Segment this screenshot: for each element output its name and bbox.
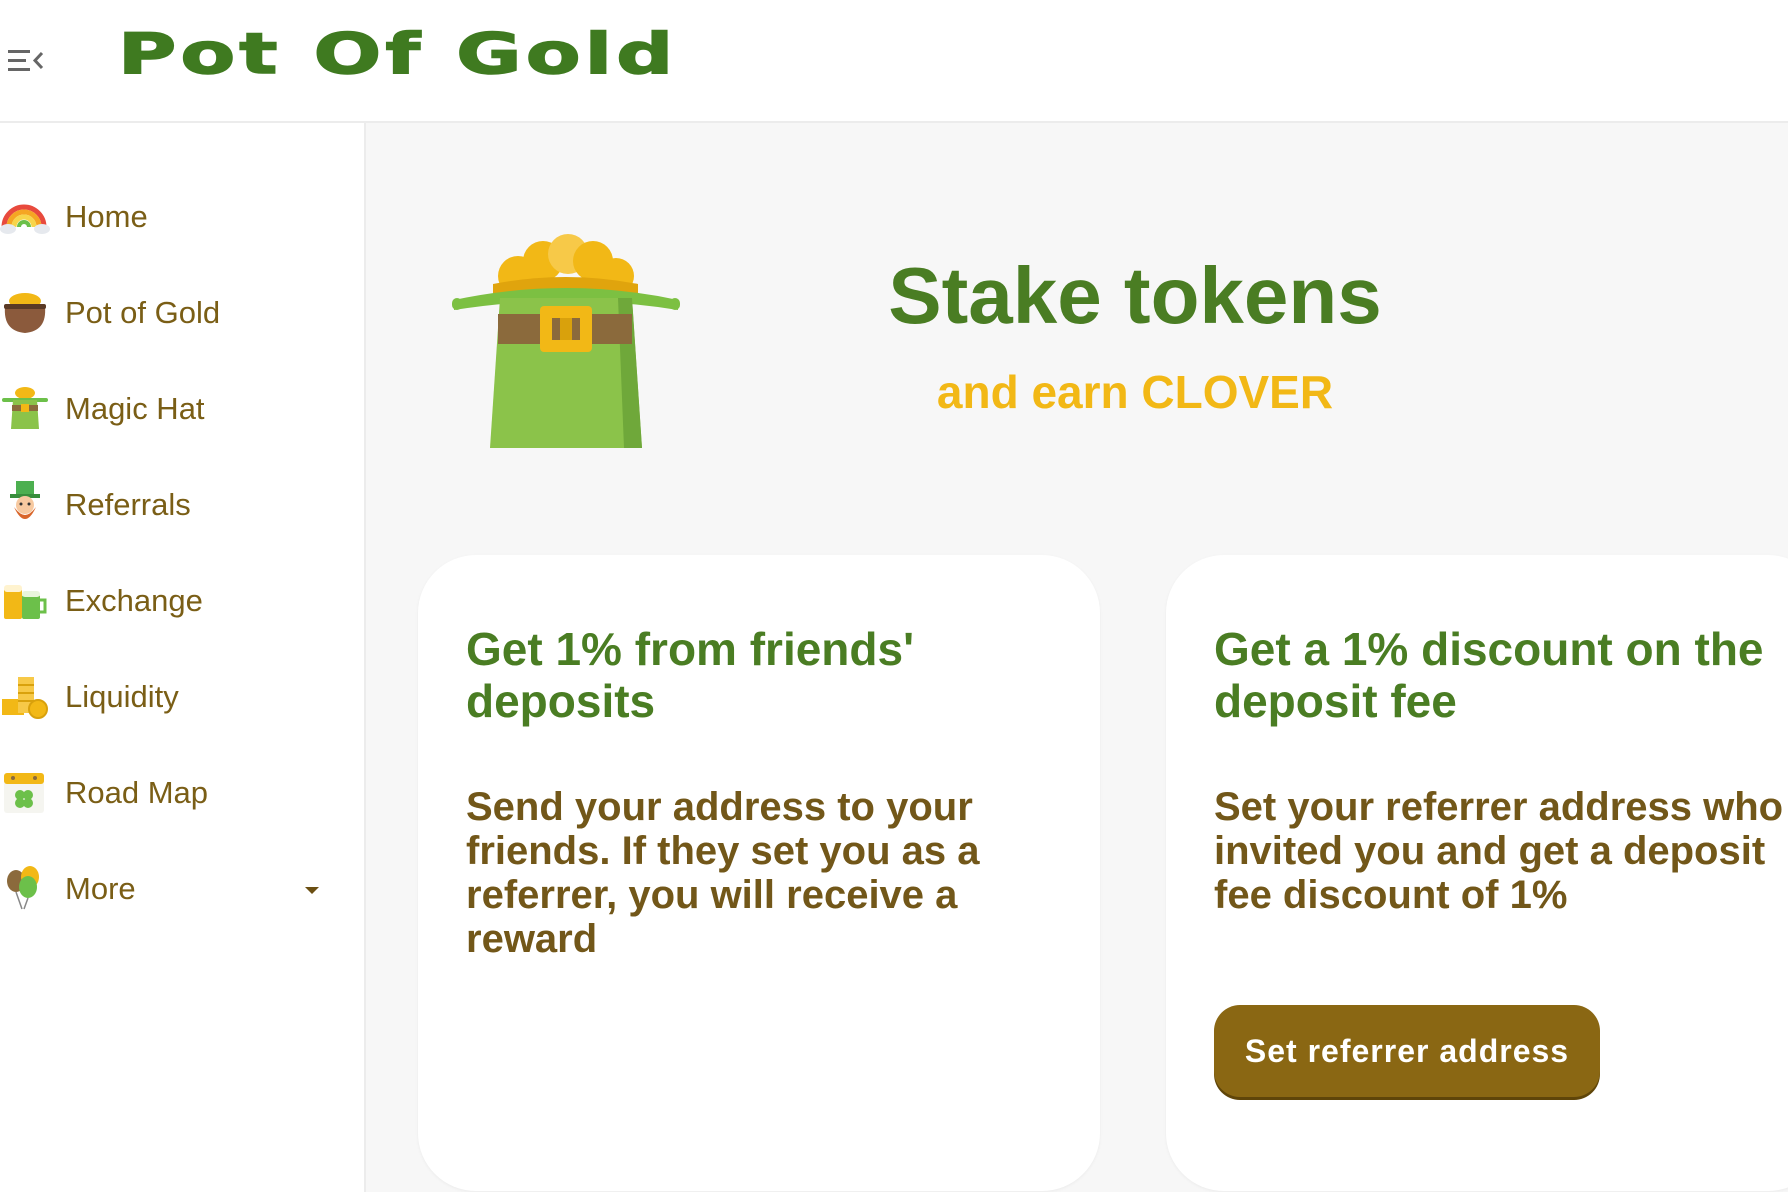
card-title: Get a 1% discount on the deposit fee [1214,623,1764,727]
sidebar-item-referrals[interactable]: Referrals [0,467,364,537]
pot-of-gold-icon [4,293,46,333]
hero-title: Stake tokens [888,251,1382,340]
app-logo[interactable]: Pot Of Gold [117,21,677,88]
leprechaun-hat-gold-icon [452,234,680,448]
sidebar-item-label: Liquidity [65,679,179,714]
calendar-clover-icon [4,773,44,813]
sidebar-item-liquidity[interactable]: Liquidity [0,659,364,729]
set-referrer-address-button[interactable]: Set referrer address [1214,1005,1600,1097]
card-title: Get 1% from friends' deposits [466,623,915,727]
leprechaun-icon [10,481,40,519]
top-bar: Pot Of Gold [0,0,1788,123]
card-text: Send your address to your friends. If th… [466,785,980,961]
balloons-icon [7,866,39,910]
sidebar-item-label: Referrals [65,487,191,522]
sidebar: Home Pot of Gold Magic Hat Referrals Exc… [0,123,366,1192]
rainbow-icon [0,204,50,234]
sidebar-item-label: Road Map [65,775,209,810]
coins-icon [2,677,48,719]
card-text: Set your referrer address who invited yo… [1214,785,1784,917]
sidebar-item-label: More [65,871,136,906]
referral-reward-card: Get 1% from friends' deposits Send your … [418,555,1100,1191]
menu-collapse-icon[interactable] [4,44,46,78]
hero-subtitle: and earn CLOVER [936,366,1334,418]
referrer-discount-card: Get a 1% discount on the deposit fee Set… [1166,555,1788,1191]
sidebar-item-label: Exchange [65,583,203,618]
sidebar-item-pot-of-gold[interactable]: Pot of Gold [0,275,364,345]
beer-mugs-icon [4,585,47,619]
sidebar-item-more[interactable]: More [0,851,364,921]
sidebar-item-road-map[interactable]: Road Map [0,755,364,825]
sidebar-item-label: Pot of Gold [65,295,221,330]
sidebar-item-magic-hat[interactable]: Magic Hat [0,371,364,441]
magic-hat-icon [2,387,48,429]
sidebar-item-home[interactable]: Home [0,179,364,249]
caret-down-icon[interactable] [305,887,319,894]
sidebar-item-exchange[interactable]: Exchange [0,563,364,633]
sidebar-item-label: Home [65,199,148,234]
sidebar-item-label: Magic Hat [65,391,205,426]
